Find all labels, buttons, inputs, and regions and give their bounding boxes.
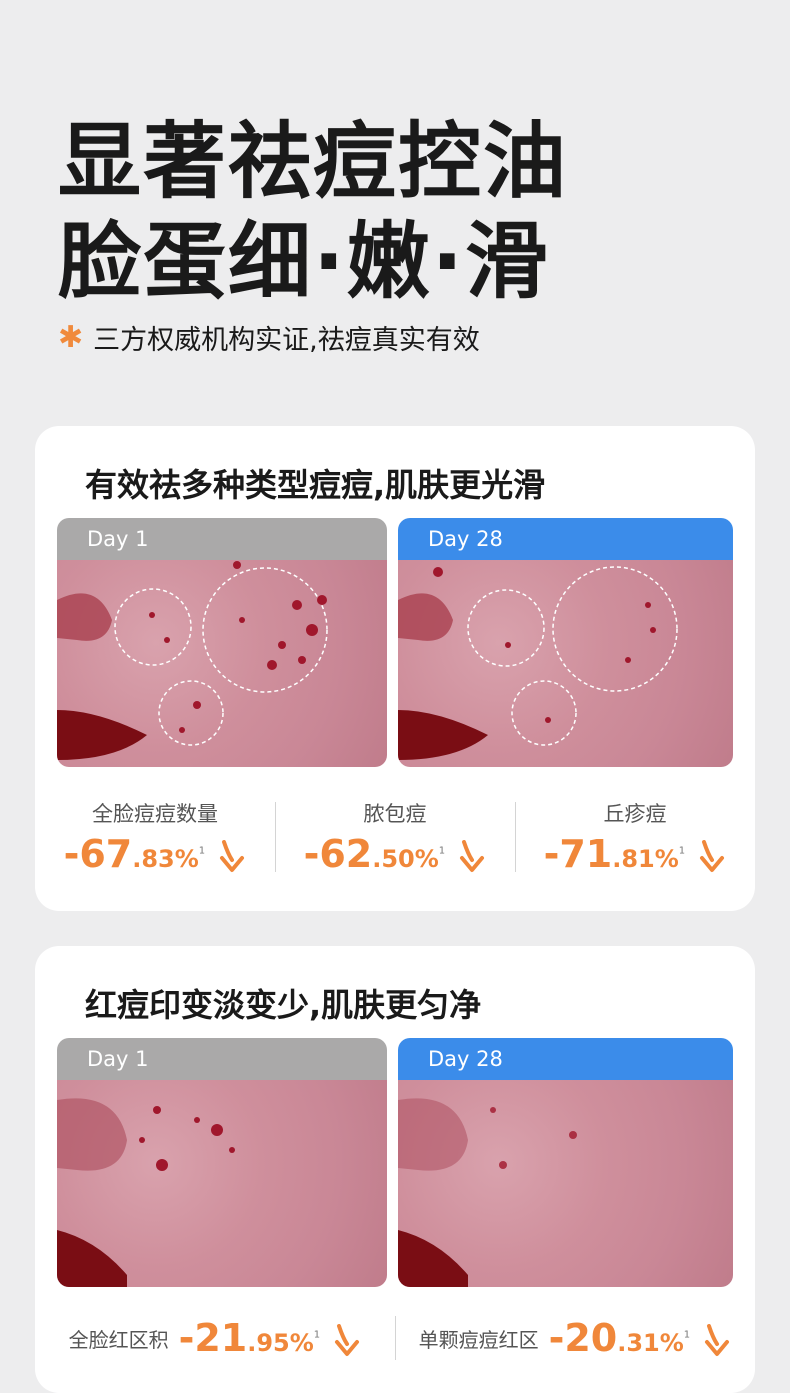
stat-value-int: -67 [63, 832, 133, 876]
photo-day28: Day 28 [398, 1038, 733, 1287]
footnote: 1 [198, 845, 206, 857]
hero-title: 显著祛痘控油 脸蛋细·嫩·滑 [58, 112, 568, 312]
hero-subtitle-text: 三方权威机构实证,祛痘真实有效 [93, 325, 480, 356]
acne-types-card: 有效祛多种类型痘痘,肌肤更光滑 Day 1 Day 28 全脸痘痘数量 -67.… [35, 426, 755, 911]
stat-value: -62.50%1 [275, 832, 515, 876]
asterisk-icon: ✱ [58, 320, 84, 355]
down-arrow-icon [335, 1323, 360, 1356]
skin-image [398, 560, 733, 767]
stat-value: -21.95%1 [179, 1316, 362, 1360]
stat-total-acne: 全脸痘痘数量 -67.83%1 [35, 798, 275, 876]
footnote: 1 [313, 1329, 321, 1341]
stat-label: 全脸痘痘数量 [92, 802, 218, 826]
card-title: 红痘印变淡变少,肌肤更匀净 [85, 986, 482, 1024]
day-label: Day 28 [398, 1038, 733, 1080]
day-label: Day 1 [57, 518, 387, 560]
stat-value: -71.81%1 [515, 832, 755, 876]
down-arrow-icon [700, 839, 725, 872]
hero-subtitle: ✱ 三方权威机构实证,祛痘真实有效 [58, 318, 480, 357]
stats-row: 全脸红区积 -21.95%1 单颗痘痘红区 -20.31%1 [35, 1316, 755, 1360]
down-arrow-icon [460, 839, 485, 872]
stat-label: 脓包痘 [363, 802, 427, 826]
stat-value-int: -21 [178, 1316, 248, 1360]
stat-single-acne-red-area: 单颗痘痘红区 -20.31%1 [395, 1316, 755, 1360]
stat-pustule: 脓包痘 -62.50%1 [275, 798, 515, 876]
card-title: 有效祛多种类型痘痘,肌肤更光滑 [85, 466, 546, 504]
stat-value-int: -20 [548, 1316, 618, 1360]
down-arrow-icon [705, 1323, 730, 1356]
stat-label: 丘疹痘 [603, 802, 667, 826]
stat-label: 全脸红区积 [68, 1327, 169, 1352]
footnote: 1 [438, 845, 446, 857]
day-label: Day 28 [398, 518, 733, 560]
photo-day28: Day 28 [398, 518, 733, 767]
stat-face-red-area: 全脸红区积 -21.95%1 [35, 1316, 395, 1360]
footnote: 1 [683, 1329, 691, 1341]
stat-value-dec: .95% [247, 1329, 314, 1357]
photo-day1: Day 1 [57, 1038, 387, 1287]
skin-image [57, 560, 387, 767]
hero-title-line1: 显著祛痘控油 [58, 113, 568, 210]
red-marks-card: 红痘印变淡变少,肌肤更匀净 Day 1 Day 28 全脸红区积 -21.95%… [35, 946, 755, 1393]
stat-label: 单颗痘痘红区 [418, 1327, 539, 1352]
footnote: 1 [678, 845, 686, 857]
stat-value-dec: .81% [612, 845, 679, 873]
stats-row: 全脸痘痘数量 -67.83%1 脓包痘 -62.50%1 丘疹痘 -71.81%… [35, 798, 755, 876]
photo-day1: Day 1 [57, 518, 387, 767]
stat-value-dec: .50% [372, 845, 439, 873]
stat-value-int: -71 [543, 832, 613, 876]
skin-image [398, 1080, 733, 1287]
stat-value-int: -62 [303, 832, 373, 876]
skin-image [57, 1080, 387, 1287]
stat-value-dec: .83% [132, 845, 199, 873]
day-label: Day 1 [57, 1038, 387, 1080]
stat-value-dec: .31% [617, 1329, 684, 1357]
stat-value: -20.31%1 [549, 1316, 732, 1360]
hero-title-line2: 脸蛋细·嫩·滑 [58, 213, 551, 310]
down-arrow-icon [220, 839, 245, 872]
stat-papule: 丘疹痘 -71.81%1 [515, 798, 755, 876]
stat-value: -67.83%1 [35, 832, 275, 876]
